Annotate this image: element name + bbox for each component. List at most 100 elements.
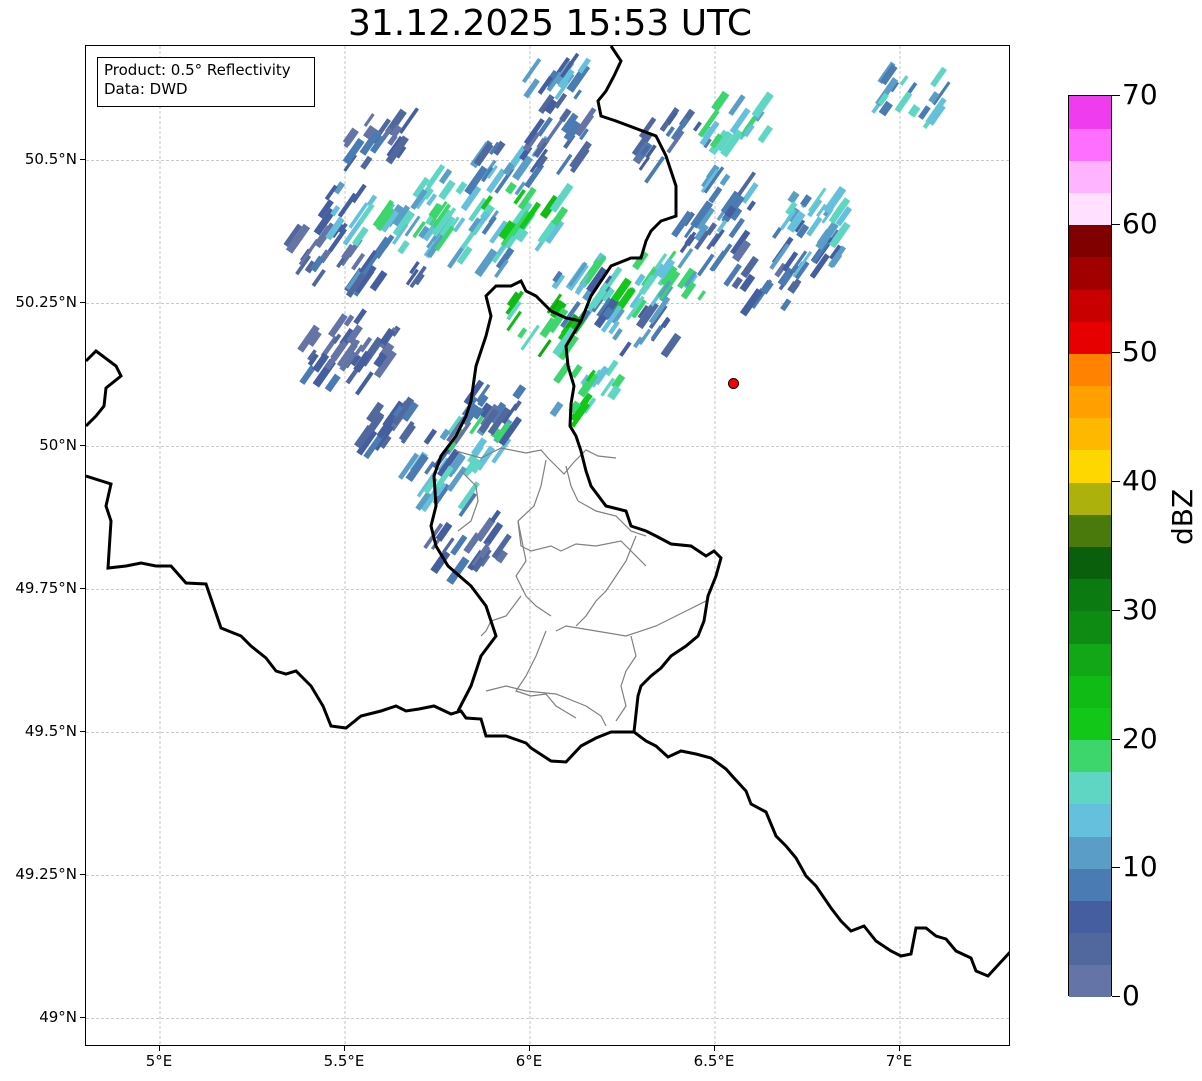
- latitude-tick-mark: [80, 731, 85, 733]
- data-source-label: Data: DWD: [104, 80, 188, 98]
- echo-pixel: [710, 228, 725, 247]
- echo-pixel: [337, 192, 358, 218]
- latitude-tick-label: 49°N: [39, 1008, 77, 1027]
- echo-pixel: [619, 341, 632, 357]
- echo-pixel: [780, 298, 792, 312]
- colorbar-segment: [1069, 610, 1111, 644]
- radar-site-marker: [728, 377, 739, 389]
- latitude-tick-mark: [80, 588, 85, 590]
- colorbar-segment: [1069, 256, 1111, 290]
- echo-pixel: [771, 227, 782, 239]
- colorbar-segment: [1069, 160, 1111, 194]
- colorbar-tick-label: 70: [1122, 78, 1158, 111]
- echo-cell: [521, 52, 591, 115]
- colorbar-segment: [1069, 224, 1111, 258]
- latitude-tick-mark: [80, 302, 85, 304]
- echo-cell: [683, 164, 759, 239]
- map-title: 31.12.2025 15:53 UTC: [347, 3, 753, 44]
- radar-map[interactable]: [85, 45, 1010, 1046]
- echo-pixel: [899, 75, 909, 86]
- echo-pixel: [569, 140, 592, 170]
- colorbar-tick-label: 20: [1122, 721, 1158, 755]
- colorbar-segment: [1069, 417, 1111, 451]
- colorbar-segment: [1069, 192, 1111, 226]
- district-border: [615, 635, 637, 722]
- echo-pixel: [677, 247, 694, 269]
- colorbar-segment: [1069, 289, 1111, 322]
- echo-pixel: [423, 428, 438, 445]
- echo-pixel: [894, 91, 913, 113]
- colorbar-tick-mark: [1112, 867, 1120, 869]
- echo-pixel: [746, 200, 756, 212]
- colorbar-segment: [1069, 836, 1111, 869]
- colorbar-tick-label: 50: [1122, 335, 1158, 369]
- echo-pixel: [573, 89, 582, 100]
- latitude-tick-mark: [80, 445, 85, 447]
- district-border: [457, 470, 479, 532]
- echo-pixel: [517, 327, 528, 339]
- colorbar-segment: [1069, 707, 1111, 741]
- map-canvas: [86, 46, 1009, 1045]
- longitude-tick-mark: [714, 1046, 715, 1051]
- colorbar-segment: [1069, 321, 1111, 354]
- echo-pixel: [455, 181, 468, 195]
- colorbar-segment: [1069, 353, 1111, 387]
- longitude-tick-label: 5.5°E: [323, 1052, 365, 1070]
- echo-pixel: [397, 240, 410, 255]
- echo-pixel: [353, 308, 367, 325]
- echo-pixel: [474, 248, 498, 278]
- colorbar-tick-mark: [1112, 95, 1120, 96]
- latitude-tick-label: 49.25°N: [15, 865, 77, 884]
- colorbar-segment: [1069, 128, 1111, 161]
- colorbar-tick-label: 60: [1122, 206, 1158, 240]
- echo-pixel: [505, 181, 517, 195]
- echo-pixel: [512, 384, 527, 400]
- colorbar-tick-mark: [1112, 481, 1120, 483]
- echo-cell: [549, 359, 626, 428]
- longitude-tick-label: 6.5°E: [693, 1052, 735, 1070]
- region-boundaries: [455, 447, 712, 727]
- longitude-tick-mark: [899, 1046, 900, 1051]
- echo-pixel: [692, 121, 702, 132]
- echo-cell: [871, 61, 951, 129]
- echo-pixel: [907, 104, 921, 118]
- echo-pixel: [697, 290, 707, 301]
- echo-cell: [519, 107, 597, 176]
- district-border: [515, 630, 577, 719]
- echo-pixel: [490, 509, 501, 523]
- echo-pixel: [521, 57, 542, 84]
- echo-cell: [342, 107, 420, 172]
- echo-pixel: [711, 90, 730, 112]
- colorbar-segment: [1069, 96, 1111, 129]
- echo-cell: [697, 90, 774, 158]
- district-border: [480, 595, 522, 637]
- colorbar-segment: [1069, 803, 1111, 837]
- latitude-tick-label: 50°N: [39, 436, 77, 455]
- dbz-colorbar: [1068, 95, 1112, 998]
- colorbar-segment: [1069, 739, 1111, 773]
- latitude-tick-mark: [80, 159, 85, 161]
- echo-pixel: [360, 155, 373, 170]
- echo-pixel: [324, 373, 341, 393]
- echo-pixel: [930, 66, 947, 88]
- colorbar-tick-label: 40: [1122, 464, 1158, 498]
- longitude-tick-mark: [529, 1046, 530, 1051]
- echo-pixel: [549, 401, 564, 418]
- echo-pixel: [463, 532, 482, 554]
- echo-pixel: [806, 216, 823, 237]
- latitude-tick-mark: [80, 874, 85, 876]
- echo-pixel: [363, 113, 375, 127]
- latitude-tick-mark: [80, 1017, 85, 1019]
- colorbar-segment: [1069, 578, 1111, 612]
- echo-cell: [446, 379, 527, 447]
- echo-pixel: [709, 250, 726, 272]
- colorbar-tick-mark: [1112, 738, 1120, 740]
- colorbar-segment: [1069, 514, 1111, 547]
- colorbar-segment: [1069, 385, 1111, 419]
- latitude-tick-label: 50.25°N: [15, 293, 77, 312]
- echo-pixel: [828, 251, 843, 268]
- colorbar-segment: [1069, 546, 1111, 580]
- colorbar-tick-mark: [1112, 223, 1120, 225]
- echo-pixel: [719, 173, 731, 187]
- longitude-tick-label: 5°E: [145, 1052, 173, 1070]
